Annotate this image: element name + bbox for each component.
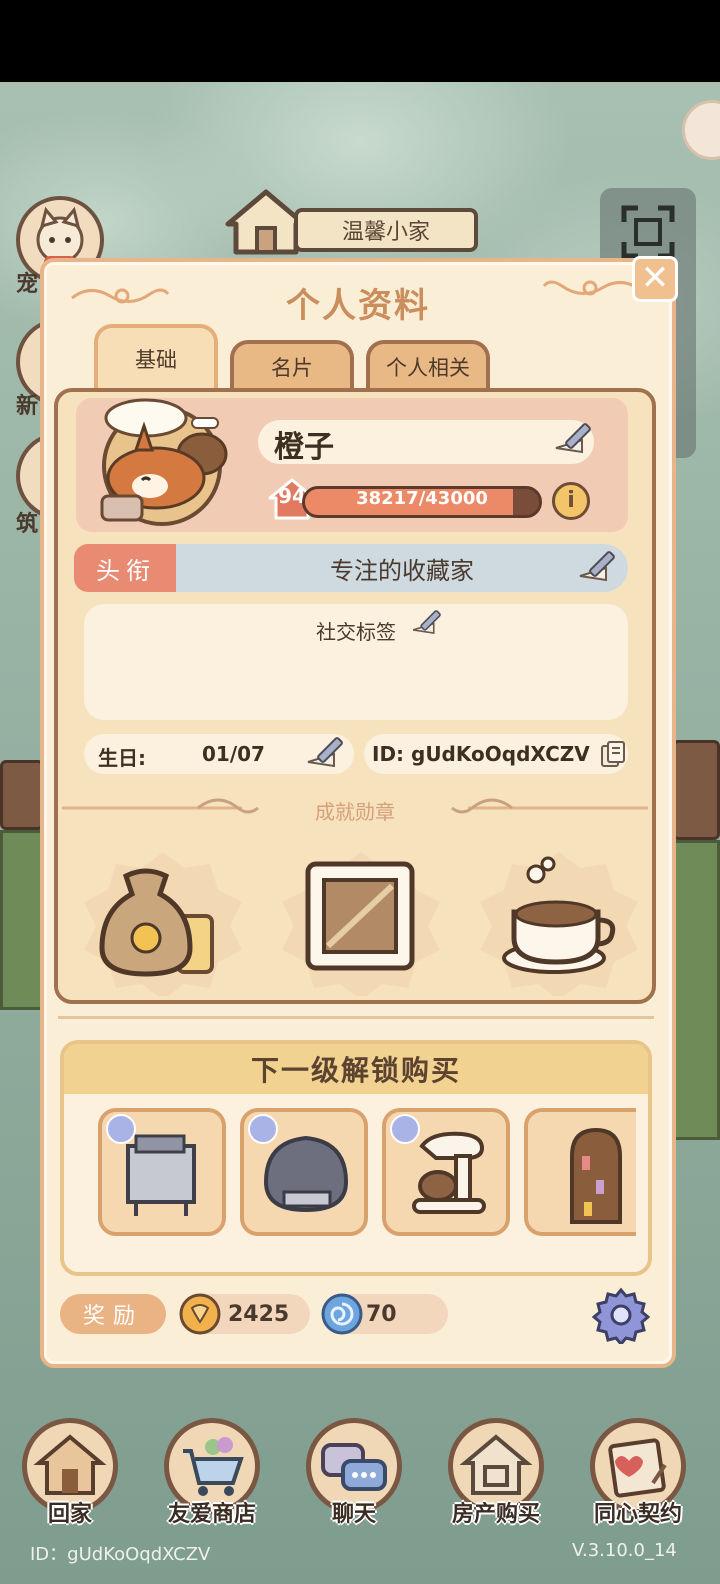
xp-text: 38217/43000 [356, 488, 488, 509]
avatar[interactable] [86, 396, 236, 530]
furniture-tag-icon [248, 1114, 278, 1144]
side-label-pet: 宠 [16, 272, 39, 297]
birthday-label: 生日: [98, 746, 146, 770]
side-label-new: 新 [16, 394, 39, 419]
coin-sack-icon[interactable] [78, 846, 248, 996]
status-bar [0, 0, 720, 82]
furniture-tag-icon [390, 1114, 420, 1144]
side-label-build: 筑 [16, 512, 39, 537]
achievement-title: 成就勋章 [315, 800, 395, 824]
arched-shelf-icon [570, 1127, 622, 1224]
level-info-button[interactable]: i [552, 482, 590, 520]
title-label: 头衔 [74, 544, 178, 592]
section-divider [58, 1016, 654, 1019]
player-id: ID: gUdKoOqdXCZV [372, 742, 590, 766]
edit-title-pencil-icon[interactable] [576, 546, 624, 586]
tab-basic[interactable]: 基础 [94, 324, 218, 390]
footer-version: V.3.10.0_14 [572, 1540, 677, 1561]
nav-contract-label: 同心契约 [593, 1502, 682, 1527]
footer-player-id: ID：gUdKoOqdXCZV [30, 1544, 211, 1565]
info-icon: i [567, 488, 575, 513]
unlock-item[interactable] [524, 1108, 636, 1236]
nav-property-label: 房产购买 [451, 1502, 540, 1527]
gem-reward-value: 70 [366, 1302, 397, 1327]
copy-icon[interactable] [600, 740, 626, 770]
coin-reward-value: 2425 [228, 1302, 290, 1327]
swirl-gem-icon [321, 1293, 363, 1335]
coffee-cup-icon[interactable] [474, 846, 644, 996]
next-level-title: 下一级解锁购买 [64, 1044, 648, 1094]
birthday-value: 01/07 [202, 742, 265, 766]
left-building [0, 760, 44, 830]
social-tags-label: 社交标签 [316, 620, 396, 644]
reward-label: 奖励 [60, 1294, 166, 1334]
qr-scan-icon [621, 205, 675, 259]
right-building [672, 740, 720, 840]
coin-icon [179, 1293, 221, 1335]
title-value: 专注的收藏家 [176, 544, 628, 592]
nav-home-label: 回家 [47, 1502, 92, 1527]
edit-birthday-pencil-icon[interactable] [304, 732, 352, 772]
title-flourish-right [542, 272, 642, 309]
left-garden [0, 830, 44, 1010]
nav-chat-label: 聊天 [331, 1502, 376, 1527]
close-icon: ✕ [640, 258, 670, 298]
tab-card[interactable]: 名片 [230, 340, 354, 390]
furniture-tag-icon [106, 1114, 136, 1144]
title-flourish-left [70, 280, 170, 317]
edit-name-pencil-icon[interactable] [552, 418, 600, 458]
tab-personal[interactable]: 个人相关 [366, 340, 490, 390]
close-button[interactable]: ✕ [632, 256, 678, 302]
gear-icon[interactable] [592, 1286, 650, 1344]
edit-social-pencil-icon[interactable] [410, 606, 448, 638]
house-title: 温馨小家 [294, 208, 478, 252]
nav-shop-label: 友爱商店 [167, 1502, 256, 1527]
player-name: 橙子 [274, 430, 334, 465]
stamp-icon[interactable] [276, 846, 446, 996]
right-garden [672, 840, 720, 1140]
